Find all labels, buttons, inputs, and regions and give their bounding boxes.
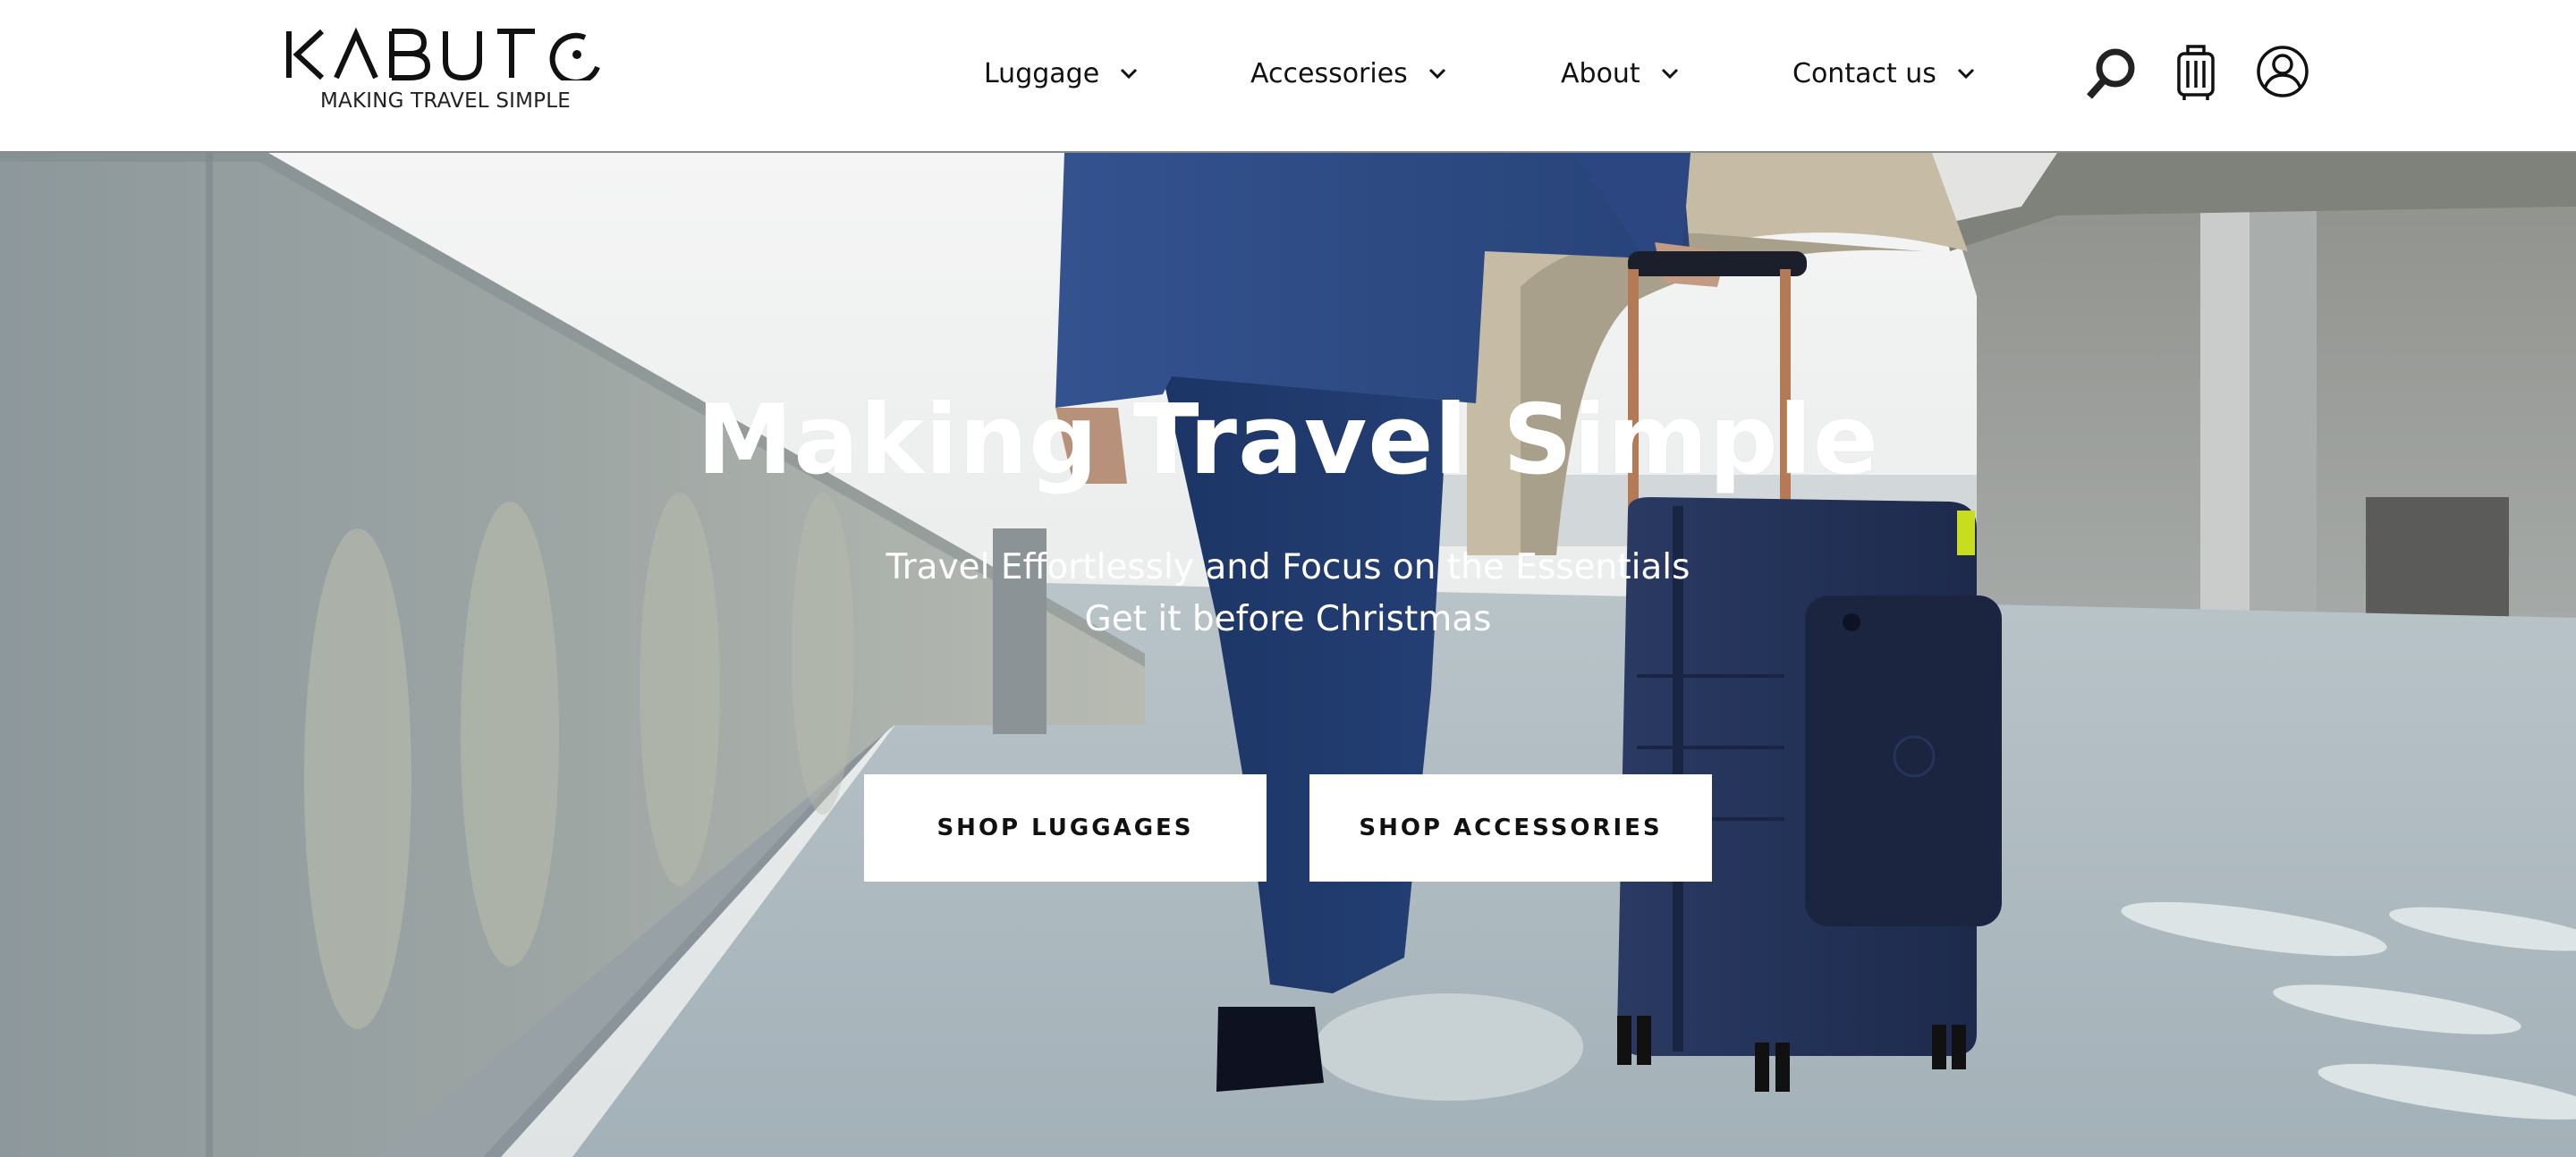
shop-accessories-button[interactable]: SHOP ACCESSORIES [1309,774,1712,882]
hero-title: Making Travel Simple [696,384,1880,496]
nav-item-accessories[interactable]: Accessories [1250,52,1447,95]
cart-button[interactable] [2176,45,2216,102]
nav-item-luggage[interactable]: Luggage [984,52,1139,95]
hero-background-image [0,153,2576,1157]
hero-promo-text: Get it before Christmas [1084,599,1492,639]
chevron-down-icon [1428,68,1445,80]
site-header: MAKING TRAVEL SIMPLE Luggage Accessories… [0,0,2576,153]
brand-tagline: MAKING TRAVEL SIMPLE [320,89,571,113]
user-circle-icon [2257,46,2309,97]
search-button[interactable] [2082,46,2138,102]
kabuto-wordmark-icon [286,27,600,80]
shop-luggages-button[interactable]: SHOP LUGGAGES [864,774,1267,882]
shop-luggages-label: SHOP LUGGAGES [936,815,1194,841]
suitcase-icon [2177,45,2215,100]
search-icon [2087,48,2135,99]
account-button[interactable] [2256,45,2309,98]
nav-item-about[interactable]: About [1561,52,1680,95]
nav-label: Accessories [1250,57,1408,89]
hero-banner: Making Travel Simple Travel Effortlessly… [0,153,2576,1157]
chevron-down-icon [1121,68,1138,80]
nav-label: Luggage [984,57,1100,89]
nav-label: Contact us [1792,57,1936,89]
nav-item-contact-us[interactable]: Contact us [1792,52,1976,95]
chevron-down-icon [1957,68,1974,80]
chevron-down-icon [1661,68,1678,80]
brand-logo[interactable]: MAKING TRAVEL SIMPLE [284,27,611,121]
hero-subtitle: Travel Effortlessly and Focus on the Ess… [886,547,1690,587]
nav-label: About [1561,57,1640,89]
shop-accessories-label: SHOP ACCESSORIES [1359,815,1663,841]
